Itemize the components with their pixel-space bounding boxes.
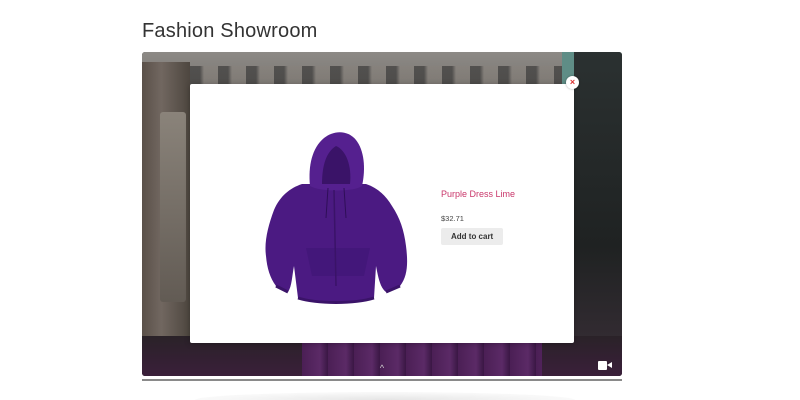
scene-rack-right: [574, 52, 622, 376]
viewer-divider: [142, 379, 622, 381]
product-info: Purple Dress Lime $32.71 Add to cart: [441, 188, 561, 245]
close-icon[interactable]: ×: [566, 76, 579, 89]
video-camera-body: [598, 361, 607, 370]
product-price: $32.71: [441, 214, 464, 223]
add-to-cart-button[interactable]: Add to cart: [441, 228, 504, 245]
lower-shadow: [195, 392, 575, 400]
product-name-link[interactable]: Purple Dress Lime: [441, 188, 561, 200]
chevron-up-icon[interactable]: ^: [377, 364, 387, 373]
purple-hoodie-icon: [265, 132, 408, 304]
scene-hangers: [162, 66, 602, 86]
video-camera-lens: [607, 362, 612, 368]
page-title: Fashion Showroom: [142, 20, 318, 42]
scene-purple-rack: [302, 342, 542, 376]
scene-rack-left-garment: [160, 112, 186, 302]
product-modal: Purple Dress Lime $32.71 Add to cart: [190, 84, 574, 343]
video-camera-icon[interactable]: [598, 361, 612, 370]
hoodie-shape: [265, 132, 408, 304]
